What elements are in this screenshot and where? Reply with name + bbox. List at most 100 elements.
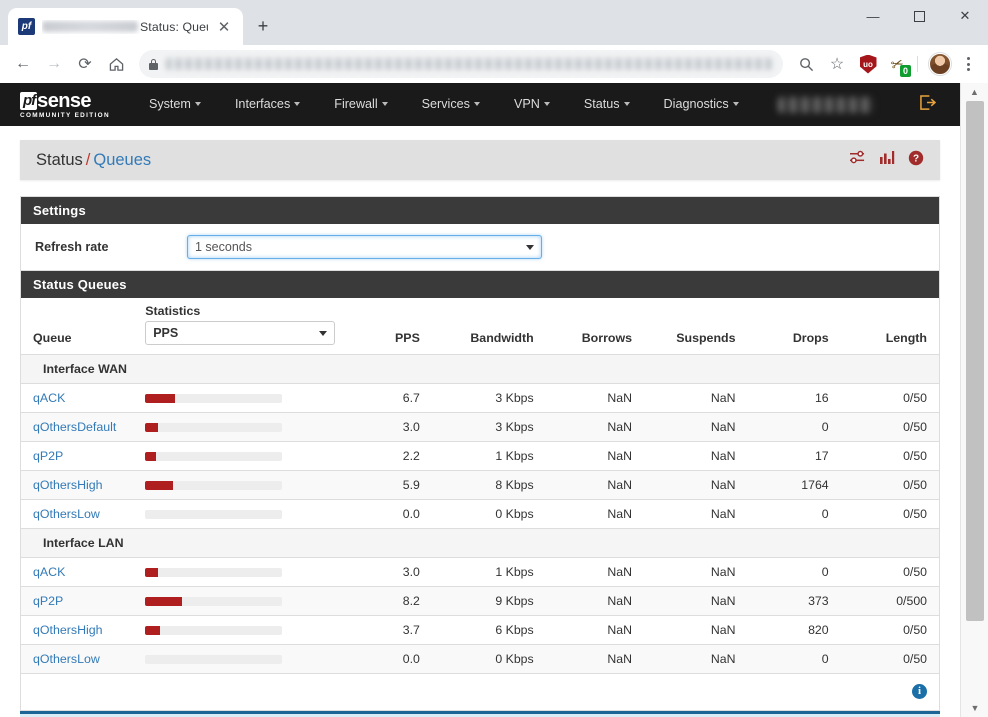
close-tab-icon[interactable]: ✕: [215, 18, 233, 36]
toolbar-divider: [917, 56, 918, 72]
statistics-select[interactable]: PPS: [145, 321, 336, 345]
queue-link[interactable]: qP2P: [33, 594, 63, 608]
nav-item-interfaces[interactable]: Interfaces: [218, 83, 317, 126]
queue-bandwidth-cell: 0 Kbps: [431, 499, 546, 529]
page-content: Status / Queues ? Settings Refresh rate …: [0, 140, 960, 717]
queue-link[interactable]: qOthersHigh: [33, 478, 103, 492]
breadcrumb-root[interactable]: Status: [36, 151, 83, 169]
queue-length-cell: 0/50: [840, 441, 939, 471]
pfsense-logo[interactable]: pf sense COMMUNITY EDITION: [20, 91, 110, 119]
queue-name-cell: qACK: [21, 383, 146, 413]
queue-link[interactable]: qOthersDefault: [33, 420, 116, 434]
info-alert: Queue graphs sample data on a regular in…: [20, 710, 940, 717]
queue-name-cell: qOthersHigh: [21, 470, 146, 500]
back-icon[interactable]: ←: [8, 49, 38, 79]
queues-table-body: Interface WAN qACK 6.7 3 Kbps NaN NaN 16 0/50 qO…: [21, 354, 939, 674]
queue-link[interactable]: qOthersLow: [33, 507, 100, 521]
queue-borrows-cell: NaN: [545, 441, 644, 471]
col-borrows: Borrows: [581, 331, 632, 345]
bookmark-star-icon[interactable]: ☆: [822, 49, 852, 79]
status-queues-title: Status Queues: [21, 271, 939, 298]
queue-bandwidth-cell: 1 Kbps: [431, 441, 546, 471]
nav-item-firewall[interactable]: Firewall: [317, 83, 404, 126]
refresh-rate-select[interactable]: 1 seconds: [187, 235, 542, 259]
queue-length-cell: 0/50: [840, 470, 939, 500]
queue-pps-cell: 0.0: [354, 644, 432, 674]
queue-link[interactable]: qACK: [33, 565, 65, 579]
close-window-button[interactable]: ✕: [942, 0, 988, 32]
queue-bandwidth-cell: 1 Kbps: [431, 557, 546, 587]
queue-link[interactable]: qOthersLow: [33, 652, 100, 666]
col-length: Length: [885, 331, 927, 345]
ublock-origin-icon[interactable]: uo: [853, 49, 883, 79]
address-bar[interactable]: [139, 50, 783, 78]
queue-length-cell: 0/50: [840, 644, 939, 674]
new-tab-button[interactable]: +: [249, 12, 277, 40]
queue-progress-fill: [145, 393, 176, 403]
scroll-up-arrow[interactable]: ▲: [961, 83, 988, 101]
forward-icon[interactable]: →: [39, 49, 69, 79]
magnifier-glyph: [799, 57, 813, 71]
queue-suspends-cell: NaN: [644, 586, 748, 616]
queue-bar-cell: [145, 644, 355, 674]
queue-borrows-cell: NaN: [545, 644, 644, 674]
queue-suspends-cell: NaN: [644, 615, 748, 645]
queue-progress-bar: [145, 393, 283, 403]
pfsense-page: pf sense COMMUNITY EDITION System Interf…: [0, 83, 960, 717]
chevron-down-icon: [294, 102, 301, 106]
queue-progress-fill: [145, 596, 183, 606]
queue-pps-cell: 2.2: [354, 441, 432, 471]
queue-link[interactable]: qP2P: [33, 449, 63, 463]
window-controls: — ✕: [850, 0, 988, 45]
nav-item-system[interactable]: System: [132, 83, 218, 126]
table-row: qACK 3.0 1 Kbps NaN NaN 0 0/50: [21, 557, 939, 587]
queue-borrows-cell: NaN: [545, 499, 644, 529]
page-scrollbar[interactable]: ▲ ▼: [960, 83, 988, 717]
help-icon[interactable]: ?: [908, 150, 924, 171]
table-row: qOthersLow 0.0 0 Kbps NaN NaN 0 0/50: [21, 499, 939, 529]
minimize-button[interactable]: —: [850, 0, 896, 32]
queue-link[interactable]: qOthersHigh: [33, 623, 103, 637]
table-row: qOthersDefault 3.0 3 Kbps NaN NaN 0 0/50: [21, 412, 939, 442]
chevron-down-icon: [623, 102, 630, 106]
queue-link[interactable]: qACK: [33, 391, 65, 405]
queue-pps-cell: 5.9: [354, 470, 432, 500]
queue-name-cell: qOthersLow: [21, 644, 146, 674]
profile-avatar[interactable]: [925, 49, 955, 79]
extension-icon[interactable]: ✂ 0: [884, 52, 911, 77]
browser-titlebar: pf Status: Queues ✕ + — ✕: [0, 0, 988, 45]
page-header-icons: ?: [849, 150, 924, 171]
table-row: qOthersHigh 5.9 8 Kbps NaN NaN 1764 0/50: [21, 470, 939, 500]
nav-item-status[interactable]: Status: [567, 83, 647, 126]
queue-progress-fill: [145, 480, 173, 490]
nav-item-vpn[interactable]: VPN: [497, 83, 567, 126]
queue-borrows-cell: NaN: [545, 412, 644, 442]
breadcrumb-current[interactable]: Queues: [93, 151, 151, 169]
queue-progress-bar: [145, 422, 283, 432]
scroll-down-arrow[interactable]: ▼: [961, 699, 988, 717]
reload-icon[interactable]: ⟳: [70, 49, 100, 79]
sliders-icon[interactable]: [849, 150, 866, 170]
chevron-down-icon: [319, 330, 328, 336]
maximize-button[interactable]: [896, 0, 942, 32]
logo-sense-text: sense: [37, 89, 91, 112]
browser-menu-icon[interactable]: [956, 57, 980, 71]
queue-length-cell: 0/500: [840, 586, 939, 616]
home-icon[interactable]: [101, 49, 131, 79]
browser-tab[interactable]: pf Status: Queues ✕: [8, 8, 243, 45]
page-viewport: pf sense COMMUNITY EDITION System Interf…: [0, 83, 988, 717]
nav-item-services[interactable]: Services: [405, 83, 497, 126]
statistics-value: PPS: [153, 326, 179, 340]
search-icon[interactable]: [791, 49, 821, 79]
col-queue: Queue: [33, 331, 72, 345]
nav-item-diagnostics[interactable]: Diagnostics: [647, 83, 756, 126]
avatar: [929, 53, 951, 75]
queue-progress-fill: [145, 625, 161, 635]
url-text-blurred: [166, 58, 773, 70]
info-icon[interactable]: i: [912, 683, 927, 699]
bar-chart-icon[interactable]: [879, 150, 895, 170]
interface-group-label: Interface WAN: [21, 354, 939, 384]
table-row: qOthersHigh 3.7 6 Kbps NaN NaN 820 0/50: [21, 615, 939, 645]
scrollbar-thumb[interactable]: [966, 101, 984, 621]
logout-icon[interactable]: [919, 95, 937, 114]
